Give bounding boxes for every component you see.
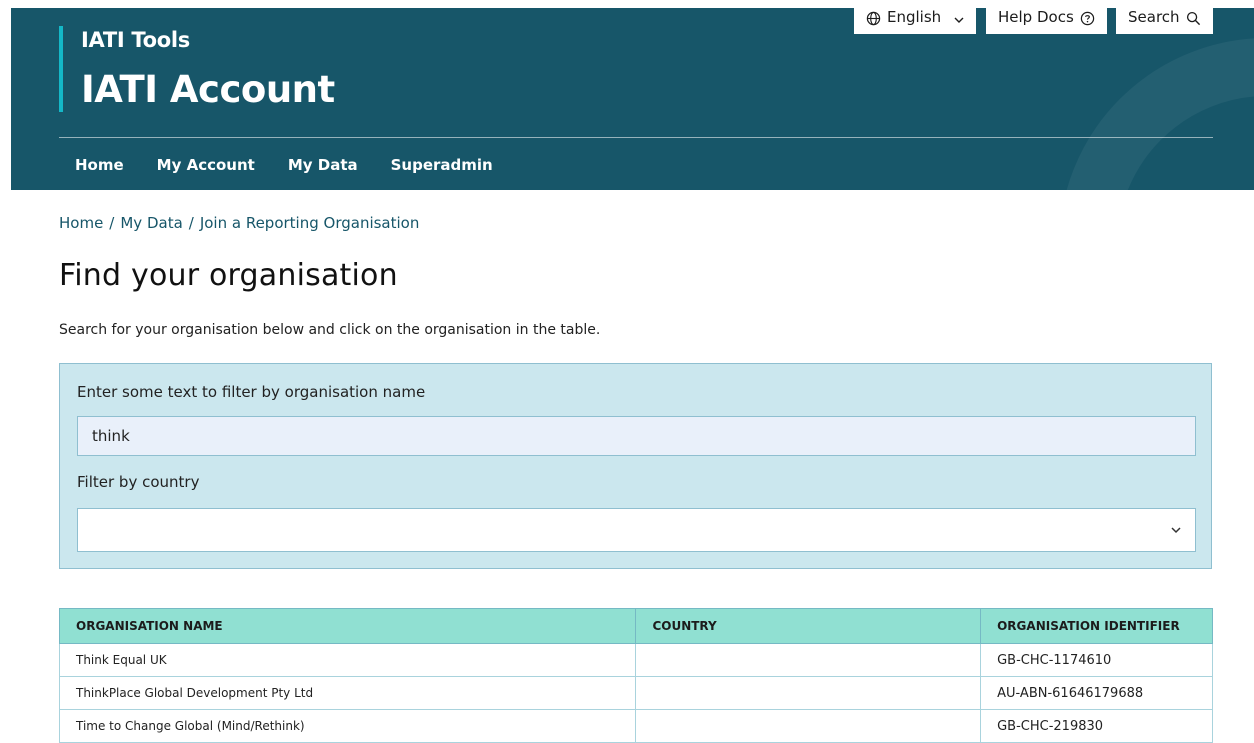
breadcrumb-separator: / xyxy=(109,214,115,232)
search-icon xyxy=(1186,11,1200,26)
language-label: English xyxy=(887,8,942,26)
country-filter-label: Filter by country xyxy=(77,473,200,491)
chevron-down-icon xyxy=(1171,527,1181,534)
brand-account-title[interactable]: IATI Account xyxy=(81,68,335,111)
nav-home[interactable]: Home xyxy=(75,156,124,174)
brand-tools-title[interactable]: IATI Tools xyxy=(81,28,190,52)
search-label: Search xyxy=(1128,8,1180,26)
column-header-country[interactable]: COUNTRY xyxy=(635,608,982,644)
nav-my-account[interactable]: My Account xyxy=(157,156,255,174)
breadcrumb-separator: / xyxy=(188,214,194,232)
nav-superadmin[interactable]: Superadmin xyxy=(391,156,493,174)
organisation-table: ORGANISATION NAME COUNTRY ORGANISATION I… xyxy=(58,608,1213,743)
country-cell[interactable] xyxy=(635,676,982,710)
organisation-name-input[interactable] xyxy=(77,416,1196,456)
nav-my-data[interactable]: My Data xyxy=(288,156,358,174)
breadcrumb-my-data[interactable]: My Data xyxy=(120,214,182,232)
organisation-name-cell[interactable]: Think Equal UK xyxy=(58,643,637,677)
help-docs-label: Help Docs xyxy=(998,8,1074,26)
name-filter-label: Enter some text to filter by organisatio… xyxy=(77,383,426,401)
table-row[interactable]: Think Equal UK GB-CHC-1174610 xyxy=(58,643,1213,677)
header-divider xyxy=(59,137,1213,138)
country-select[interactable] xyxy=(77,508,1196,552)
intro-text: Search for your organisation below and c… xyxy=(59,322,601,338)
filter-panel: Enter some text to filter by organisatio… xyxy=(59,363,1212,569)
breadcrumb: Home / My Data / Join a Reporting Organi… xyxy=(59,214,419,232)
language-selector[interactable]: English xyxy=(854,8,976,34)
brand-accent-bar xyxy=(59,26,63,112)
globe-icon xyxy=(866,11,881,26)
question-icon xyxy=(1080,11,1094,26)
page-title: Find your organisation xyxy=(59,258,398,293)
organisation-identifier-cell[interactable]: GB-CHC-1174610 xyxy=(980,643,1213,677)
breadcrumb-home[interactable]: Home xyxy=(59,214,103,232)
breadcrumb-join-org[interactable]: Join a Reporting Organisation xyxy=(200,214,420,232)
search-button[interactable]: Search xyxy=(1116,8,1213,34)
chevron-down-icon xyxy=(954,17,964,23)
organisation-name-cell[interactable]: ThinkPlace Global Development Pty Ltd xyxy=(58,676,637,710)
main-nav: Home My Account My Data Superadmin xyxy=(75,156,526,174)
country-cell[interactable] xyxy=(635,643,982,677)
header-decoration xyxy=(1059,38,1254,190)
column-header-identifier[interactable]: ORGANISATION IDENTIFIER xyxy=(980,608,1213,644)
table-row[interactable]: ThinkPlace Global Development Pty Ltd AU… xyxy=(58,676,1213,710)
column-header-name[interactable]: ORGANISATION NAME xyxy=(58,608,637,644)
site-header: English Help Docs Search IATI Tools IATI… xyxy=(11,8,1254,190)
table-header-row: ORGANISATION NAME COUNTRY ORGANISATION I… xyxy=(58,608,1213,644)
help-docs-link[interactable]: Help Docs xyxy=(986,8,1107,34)
organisation-identifier-cell[interactable]: AU-ABN-61646179688 xyxy=(980,676,1213,710)
